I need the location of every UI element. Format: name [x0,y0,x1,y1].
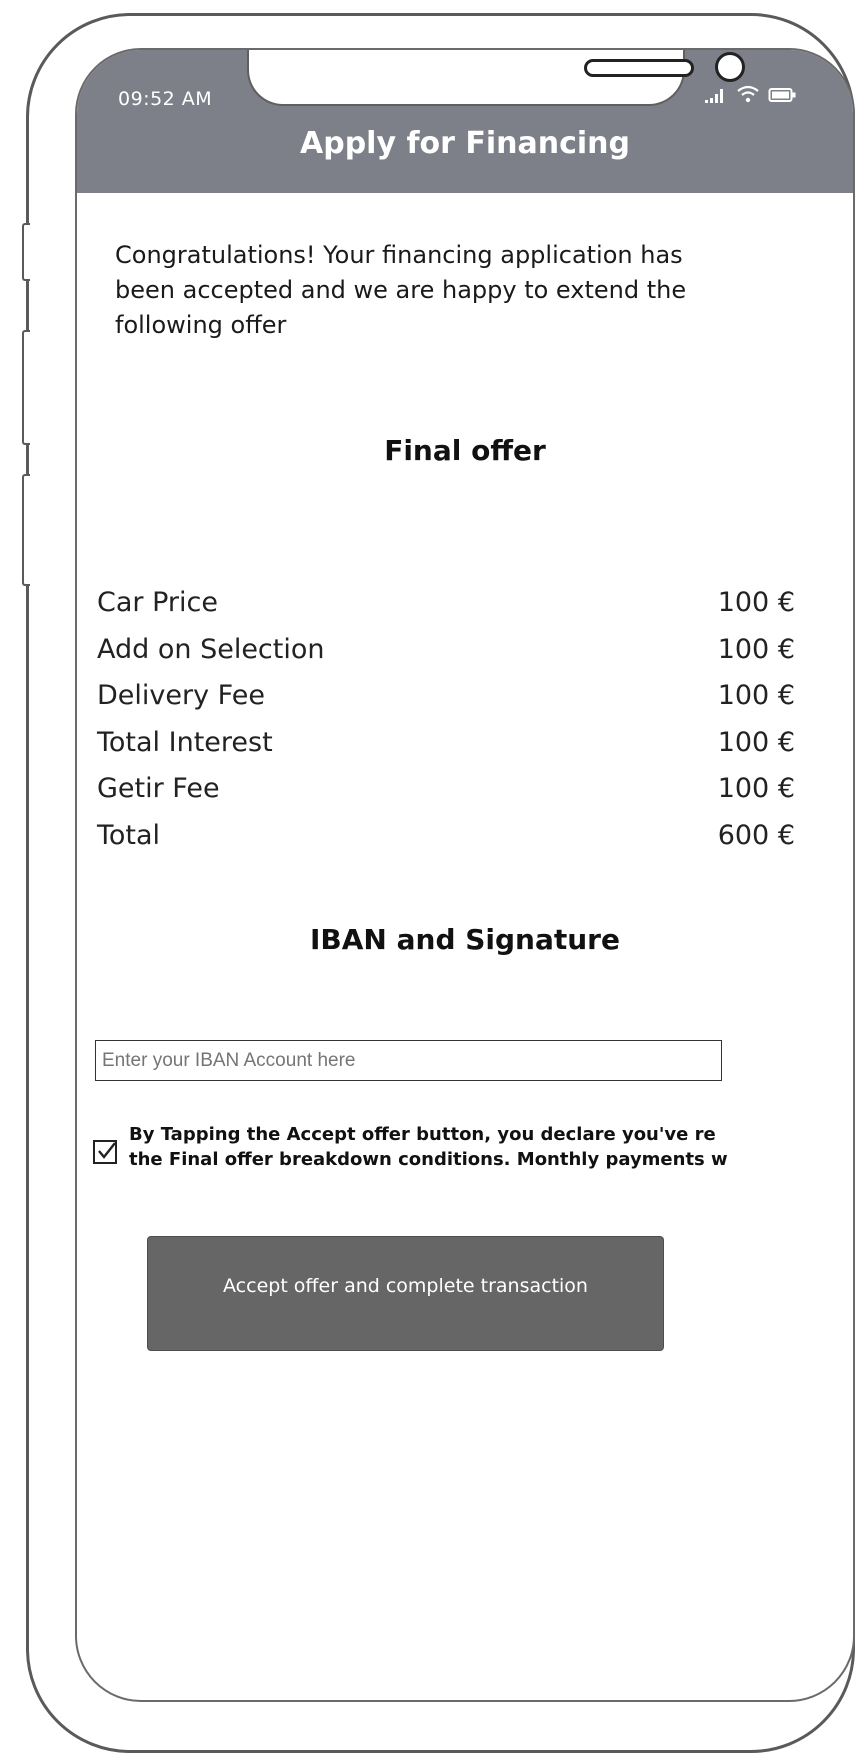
wifi-icon [737,85,759,103]
offer-row-value: 100 € [717,680,795,711]
offer-row-total: Total 600 € [97,813,795,860]
phone-side-button-bottom [22,474,30,586]
consent-checkbox[interactable] [93,1140,117,1164]
offer-row-label: Total Interest [97,726,273,758]
offer-row-value: 100 € [717,633,795,665]
accept-offer-button[interactable]: Accept offer and complete transaction [147,1236,664,1351]
offer-row-delivery-fee: Delivery Fee 100 € [97,673,795,720]
offer-row-value: 100 € [717,726,795,758]
phone-side-button-top [22,223,30,281]
iban-signature-title: IBAN and Signature [310,923,620,956]
offer-breakdown: Car Price 100 € Add on Selection 100 € D… [97,580,795,859]
consent-text: By Tapping the Accept offer button, you … [129,1122,749,1172]
page-title: Apply for Financing [300,126,630,161]
signal-icon [705,89,723,103]
final-offer-title: Final offer [384,434,546,467]
consent-line-2: the Final offer breakdown conditions. Mo… [129,1149,728,1170]
app-header: 09:52 AM Apply for Financing [77,50,853,193]
consent-line-1: By Tapping the Accept offer button, you … [129,1124,716,1145]
offer-row-total-interest: Total Interest 100 € [97,720,795,767]
status-time: 09:52 AM [118,88,213,110]
offer-row-label: Getir Fee [97,773,220,804]
offer-row-value: 100 € [717,773,795,804]
consent-section: By Tapping the Accept offer button, you … [91,1122,751,1192]
checkmark-icon [98,1142,116,1159]
offer-row-label: Add on Selection [97,633,325,665]
offer-row-label: Delivery Fee [97,680,265,711]
offer-row-value: 600 € [717,819,795,851]
offer-row-label: Total [97,819,161,851]
congratulations-message: Congratulations! Your financing applicat… [115,241,687,339]
phone-notch [247,50,745,106]
status-icons [704,84,798,104]
offer-row-value: 100 € [717,587,795,618]
offer-row-label: Car Price [97,587,218,618]
iban-input[interactable] [95,1040,722,1081]
phone-side-button-middle [22,330,30,445]
camera-icon [715,52,745,82]
battery-icon [768,88,796,102]
offer-row-car-price: Car Price 100 € [97,580,795,627]
offer-row-add-on-selection: Add on Selection 100 € [97,627,795,674]
phone-screen: 09:52 AM Apply for Financing Congratulat… [75,48,855,1702]
speaker-icon [584,59,694,77]
offer-row-getir-fee: Getir Fee 100 € [97,766,795,813]
